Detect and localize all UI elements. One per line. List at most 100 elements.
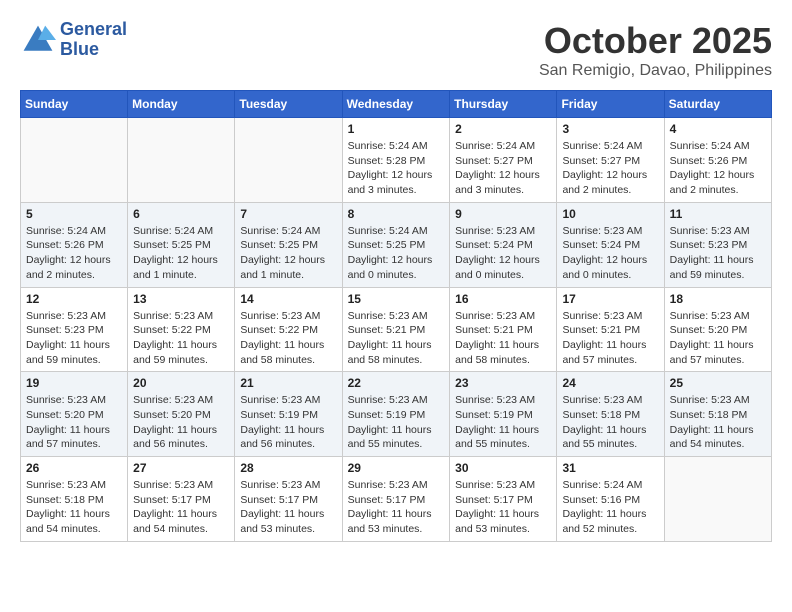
day-number: 27 [133, 461, 229, 475]
week-row-3: 12 Sunrise: 5:23 AM Sunset: 5:23 PM Dayli… [21, 287, 772, 372]
calendar-cell: 26Sunrise: 5:23 AM Sunset: 5:18 PM Dayli… [21, 457, 128, 542]
day-number: 30 [455, 461, 551, 475]
calendar-cell: 13 Sunrise: 5:23 AM Sunset: 5:22 PM Dayli… [128, 287, 235, 372]
day-number: 19 [26, 376, 122, 390]
calendar-cell: 14 Sunrise: 5:23 AM Sunset: 5:22 PM Dayli… [235, 287, 342, 372]
day-info: Sunrise: 5:24 AM Sunset: 5:25 PM Dayligh… [240, 224, 336, 283]
weekday-saturday: Saturday [664, 91, 771, 118]
logo: General Blue [20, 20, 127, 60]
calendar-cell: 5 Sunrise: 5:24 AM Sunset: 5:26 PM Daylig… [21, 202, 128, 287]
day-number: 21 [240, 376, 336, 390]
week-row-4: 19 Sunrise: 5:23 AM Sunset: 5:20 PM Dayli… [21, 372, 772, 457]
day-number: 2 [455, 122, 551, 136]
day-info: Sunrise: 5:23 AM Sunset: 5:20 PM Dayligh… [26, 393, 122, 452]
day-number: 9 [455, 207, 551, 221]
day-info: Sunrise: 5:23 AM Sunset: 5:18 PM Dayligh… [670, 393, 766, 452]
calendar-cell: 10 Sunrise: 5:23 AM Sunset: 5:24 PM Dayli… [557, 202, 664, 287]
day-number: 4 [670, 122, 766, 136]
day-info: Sunrise: 5:23 AM Sunset: 5:22 PM Dayligh… [133, 309, 229, 368]
day-number: 10 [562, 207, 658, 221]
logo-line2: Blue [60, 40, 127, 60]
day-info: Sunrise: 5:23 AM Sunset: 5:20 PM Dayligh… [133, 393, 229, 452]
day-number: 20 [133, 376, 229, 390]
day-number: 17 [562, 292, 658, 306]
day-info: Sunrise: 5:24 AM Sunset: 5:27 PM Dayligh… [455, 139, 551, 198]
day-info: Sunrise: 5:23 AM Sunset: 5:19 PM Dayligh… [348, 393, 445, 452]
calendar-cell: 7 Sunrise: 5:24 AM Sunset: 5:25 PM Daylig… [235, 202, 342, 287]
day-info: Sunrise: 5:23 AM Sunset: 5:22 PM Dayligh… [240, 309, 336, 368]
weekday-header-row: SundayMondayTuesdayWednesdayThursdayFrid… [21, 91, 772, 118]
calendar-cell: 18 Sunrise: 5:23 AM Sunset: 5:20 PM Dayli… [664, 287, 771, 372]
calendar-cell [128, 118, 235, 203]
weekday-friday: Friday [557, 91, 664, 118]
day-number: 12 [26, 292, 122, 306]
day-number: 5 [26, 207, 122, 221]
calendar-cell: 17 Sunrise: 5:23 AM Sunset: 5:21 PM Dayli… [557, 287, 664, 372]
day-info: Sunrise: 5:24 AM Sunset: 5:16 PM Dayligh… [562, 478, 658, 537]
day-number: 22 [348, 376, 445, 390]
calendar: SundayMondayTuesdayWednesdayThursdayFrid… [20, 90, 772, 542]
day-info: Sunrise: 5:23 AM Sunset: 5:21 PM Dayligh… [562, 309, 658, 368]
calendar-cell: 25 Sunrise: 5:23 AM Sunset: 5:18 PM Dayli… [664, 372, 771, 457]
day-number: 29 [348, 461, 445, 475]
logo-text: General Blue [60, 20, 127, 60]
calendar-cell: 19 Sunrise: 5:23 AM Sunset: 5:20 PM Dayli… [21, 372, 128, 457]
calendar-cell: 21 Sunrise: 5:23 AM Sunset: 5:19 PM Dayli… [235, 372, 342, 457]
location: San Remigio, Davao, Philippines [539, 62, 772, 80]
calendar-cell: 30Sunrise: 5:23 AM Sunset: 5:17 PM Dayli… [450, 457, 557, 542]
calendar-body: 1 Sunrise: 5:24 AM Sunset: 5:28 PM Daylig… [21, 118, 772, 542]
calendar-cell: 15Sunrise: 5:23 AM Sunset: 5:21 PM Dayli… [342, 287, 450, 372]
day-number: 11 [670, 207, 766, 221]
day-info: Sunrise: 5:24 AM Sunset: 5:25 PM Dayligh… [133, 224, 229, 283]
calendar-cell: 16 Sunrise: 5:23 AM Sunset: 5:21 PM Dayli… [450, 287, 557, 372]
calendar-cell: 1 Sunrise: 5:24 AM Sunset: 5:28 PM Daylig… [342, 118, 450, 203]
weekday-wednesday: Wednesday [342, 91, 450, 118]
calendar-cell: 11Sunrise: 5:23 AM Sunset: 5:23 PM Dayli… [664, 202, 771, 287]
day-info: Sunrise: 5:23 AM Sunset: 5:17 PM Dayligh… [348, 478, 445, 537]
day-number: 1 [348, 122, 445, 136]
weekday-thursday: Thursday [450, 91, 557, 118]
day-number: 25 [670, 376, 766, 390]
calendar-cell: 8Sunrise: 5:24 AM Sunset: 5:25 PM Daylig… [342, 202, 450, 287]
calendar-cell: 6 Sunrise: 5:24 AM Sunset: 5:25 PM Daylig… [128, 202, 235, 287]
day-info: Sunrise: 5:23 AM Sunset: 5:19 PM Dayligh… [240, 393, 336, 452]
week-row-1: 1 Sunrise: 5:24 AM Sunset: 5:28 PM Daylig… [21, 118, 772, 203]
calendar-cell: 28Sunrise: 5:23 AM Sunset: 5:17 PM Dayli… [235, 457, 342, 542]
day-info: Sunrise: 5:23 AM Sunset: 5:18 PM Dayligh… [562, 393, 658, 452]
calendar-cell [235, 118, 342, 203]
day-number: 14 [240, 292, 336, 306]
day-number: 6 [133, 207, 229, 221]
week-row-5: 26Sunrise: 5:23 AM Sunset: 5:18 PM Dayli… [21, 457, 772, 542]
day-number: 7 [240, 207, 336, 221]
page-header: General Blue October 2025 San Remigio, D… [20, 20, 772, 80]
day-number: 13 [133, 292, 229, 306]
day-info: Sunrise: 5:24 AM Sunset: 5:26 PM Dayligh… [26, 224, 122, 283]
logo-line1: General [60, 20, 127, 40]
day-number: 28 [240, 461, 336, 475]
month-title: October 2025 [539, 20, 772, 62]
day-info: Sunrise: 5:23 AM Sunset: 5:24 PM Dayligh… [562, 224, 658, 283]
calendar-cell: 20 Sunrise: 5:23 AM Sunset: 5:20 PM Dayli… [128, 372, 235, 457]
day-info: Sunrise: 5:24 AM Sunset: 5:28 PM Dayligh… [348, 139, 445, 198]
week-row-2: 5 Sunrise: 5:24 AM Sunset: 5:26 PM Daylig… [21, 202, 772, 287]
day-number: 3 [562, 122, 658, 136]
logo-icon [20, 22, 56, 58]
day-number: 31 [562, 461, 658, 475]
day-number: 16 [455, 292, 551, 306]
title-block: October 2025 San Remigio, Davao, Philipp… [539, 20, 772, 80]
day-info: Sunrise: 5:23 AM Sunset: 5:21 PM Dayligh… [455, 309, 551, 368]
day-number: 8 [348, 207, 445, 221]
day-info: Sunrise: 5:23 AM Sunset: 5:23 PM Dayligh… [26, 309, 122, 368]
day-info: Sunrise: 5:23 AM Sunset: 5:24 PM Dayligh… [455, 224, 551, 283]
calendar-cell [664, 457, 771, 542]
calendar-cell: 24 Sunrise: 5:23 AM Sunset: 5:18 PM Dayli… [557, 372, 664, 457]
day-number: 18 [670, 292, 766, 306]
day-info: Sunrise: 5:23 AM Sunset: 5:19 PM Dayligh… [455, 393, 551, 452]
day-number: 24 [562, 376, 658, 390]
calendar-cell: 27Sunrise: 5:23 AM Sunset: 5:17 PM Dayli… [128, 457, 235, 542]
calendar-cell: 9 Sunrise: 5:23 AM Sunset: 5:24 PM Daylig… [450, 202, 557, 287]
weekday-tuesday: Tuesday [235, 91, 342, 118]
calendar-cell: 23 Sunrise: 5:23 AM Sunset: 5:19 PM Dayli… [450, 372, 557, 457]
day-info: Sunrise: 5:23 AM Sunset: 5:20 PM Dayligh… [670, 309, 766, 368]
day-number: 23 [455, 376, 551, 390]
